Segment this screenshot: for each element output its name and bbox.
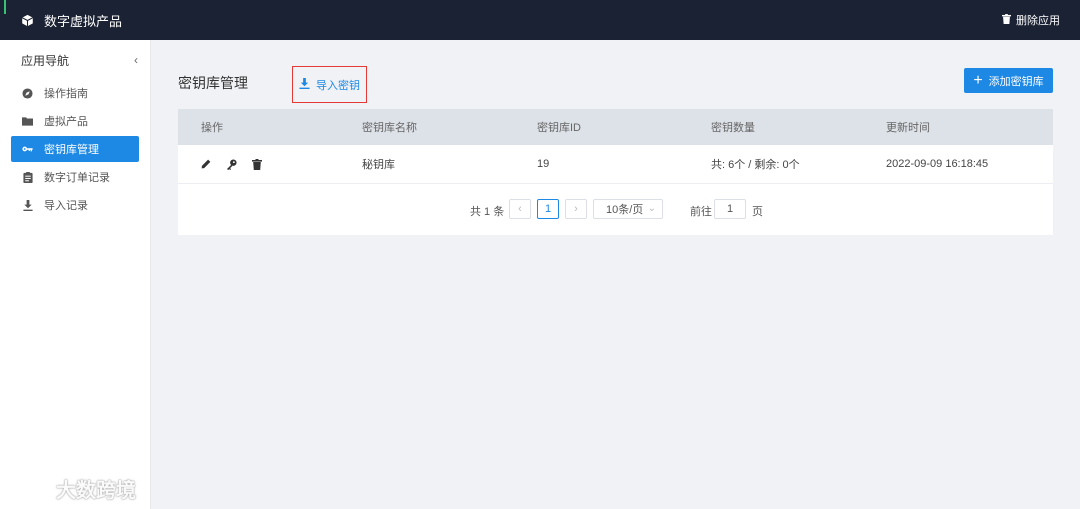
column-header-id: 密钥库ID [537, 122, 581, 134]
sidebar-item-label: 密钥库管理 [44, 144, 99, 156]
cell-updated: 2022-09-09 16:18:45 [886, 158, 989, 170]
pagination: 共 1 条 ‹ 1 › 10条/页 ⌄ 前往 页 [178, 199, 1053, 221]
watermark-text: 大数跨境 [56, 480, 136, 502]
page-unit-label: 页 [752, 206, 763, 218]
delete-app-button[interactable]: 删除应用 [1002, 0, 1060, 40]
key-icon [22, 144, 33, 155]
import-keys-label: 导入密钥 [316, 79, 360, 92]
trash-icon[interactable] [252, 158, 262, 170]
import-icon [299, 77, 316, 92]
table-header: 操作 密钥库名称 密钥库ID 密钥数量 更新时间 [178, 109, 1053, 145]
import-keys-button[interactable]: 导入密钥 [292, 66, 367, 103]
main-content: 密钥库管理 导入密钥 + 添加密钥库 操作 密钥库名称 密钥库ID 密钥数量 更… [151, 40, 1080, 509]
accent-marker [4, 0, 6, 14]
clipboard-icon [22, 171, 33, 183]
column-header-name: 密钥库名称 [362, 122, 417, 134]
column-header-updated: 更新时间 [886, 122, 930, 134]
edit-icon[interactable] [201, 159, 211, 169]
delete-app-label: 删除应用 [1016, 15, 1060, 27]
compass-icon [22, 87, 33, 99]
collapse-sidebar-button[interactable]: ‹ [134, 53, 138, 67]
goto-label: 前往 [690, 206, 712, 218]
page-size-value: 10条/页 [606, 204, 644, 216]
sidebar: 应用导航 ‹ 操作指南 虚拟产品 密钥库管理 数字订单记录 导入记录 [0, 40, 151, 509]
sidebar-item-label: 导入记录 [44, 200, 88, 212]
download-icon [22, 199, 33, 211]
cube-icon [20, 13, 34, 27]
sidebar-item-virtual-products[interactable]: 虚拟产品 [11, 108, 139, 134]
table-row: 秘钥库 19 共: 6个 / 剩余: 0个 2022-09-09 16:18:4… [178, 145, 1053, 184]
page-header: 密钥库管理 导入密钥 + 添加密钥库 [178, 66, 1053, 103]
sidebar-item-label: 虚拟产品 [44, 116, 88, 128]
top-bar: 数字虚拟产品 删除应用 [0, 0, 1080, 40]
folder-icon [22, 116, 33, 127]
add-key-library-label: 添加密钥库 [988, 75, 1044, 88]
sidebar-item-label: 数字订单记录 [44, 172, 110, 184]
sidebar-item-guide[interactable]: 操作指南 [11, 80, 139, 106]
sidebar-item-import-records[interactable]: 导入记录 [11, 192, 139, 218]
trash-icon [1002, 13, 1016, 27]
sidebar-item-digital-orders[interactable]: 数字订单记录 [11, 164, 139, 190]
chevron-down-icon: ⌄ [647, 203, 656, 214]
watermark-mascot-icon [8, 476, 48, 501]
goto-page-input[interactable] [714, 199, 746, 219]
cell-id: 19 [537, 158, 550, 170]
next-page-button[interactable]: › [565, 199, 587, 219]
column-header-actions: 操作 [201, 122, 223, 134]
page-title: 密钥库管理 [178, 75, 248, 91]
sidebar-item-key-library[interactable]: 密钥库管理 [11, 136, 139, 162]
page-size-select[interactable]: 10条/页 ⌄ [593, 199, 663, 219]
page-number-current[interactable]: 1 [537, 199, 559, 219]
sidebar-item-label: 操作指南 [44, 88, 88, 100]
row-actions [201, 158, 262, 170]
sidebar-header: 应用导航 ‹ [0, 40, 150, 80]
column-header-count: 密钥数量 [711, 122, 755, 134]
add-key-library-button[interactable]: + 添加密钥库 [964, 68, 1053, 93]
manage-keys-icon[interactable] [226, 158, 237, 170]
pagination-total: 共 1 条 [470, 206, 505, 218]
plus-icon: + [973, 71, 983, 89]
app-title: 数字虚拟产品 [44, 13, 123, 29]
prev-page-button[interactable]: ‹ [509, 199, 531, 219]
key-library-table-card: 操作 密钥库名称 密钥库ID 密钥数量 更新时间 秘钥库 19 共: 6个 / … [178, 109, 1053, 235]
cell-count: 共: 6个 / 剩余: 0个 [711, 159, 800, 171]
cell-name: 秘钥库 [362, 159, 395, 171]
watermark-logo: 大数跨境 [8, 474, 136, 503]
sidebar-title: 应用导航 [21, 53, 70, 68]
